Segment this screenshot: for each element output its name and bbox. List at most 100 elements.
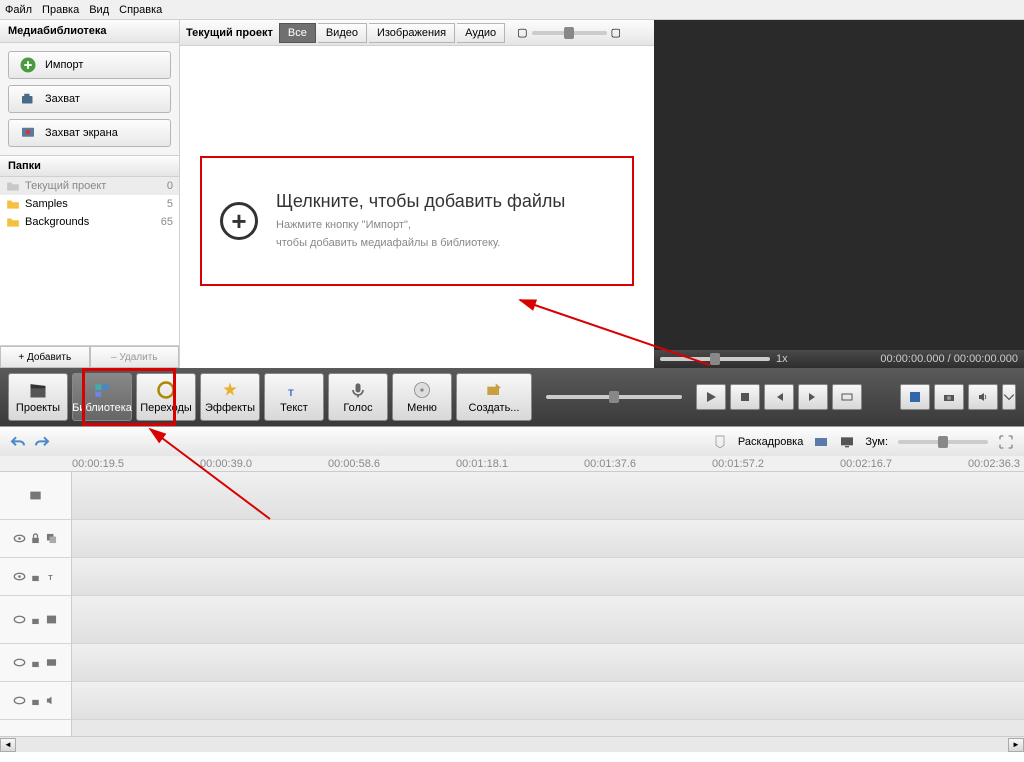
play-button[interactable] <box>696 384 726 410</box>
menu-file[interactable]: Файл <box>5 4 32 16</box>
track-head-video-main[interactable] <box>0 472 71 520</box>
add-files-dropzone[interactable]: + Щелкните, чтобы добавить файлы Нажмите… <box>200 156 634 286</box>
filter-audio[interactable]: Аудио <box>457 23 505 43</box>
filter-images[interactable]: Изображения <box>369 23 455 43</box>
prev-button[interactable] <box>764 384 794 410</box>
media-library-title: Медиабиблиотека <box>0 20 179 43</box>
screen-capture-button[interactable]: Захват экрана <box>8 119 171 147</box>
folder-current-project[interactable]: Текущий проект 0 <box>0 177 179 195</box>
undo-button[interactable] <box>10 434 26 450</box>
monitor-icon[interactable] <box>839 434 855 450</box>
thumb-large-icon: ▢ <box>611 26 621 39</box>
menu-help[interactable]: Справка <box>119 4 162 16</box>
zoom-slider[interactable] <box>898 440 988 444</box>
filter-video[interactable]: Видео <box>318 23 367 43</box>
camera-icon <box>19 90 37 108</box>
delete-folder-button[interactable]: – Удалить <box>90 346 180 368</box>
disc-icon <box>412 380 432 400</box>
track-row[interactable] <box>72 472 1024 520</box>
media-area: Текущий проект Все Видео Изображения Ауд… <box>180 20 654 368</box>
volume-button[interactable] <box>968 384 998 410</box>
track-head-text[interactable]: T <box>0 558 71 596</box>
eye-icon <box>13 570 26 583</box>
transitions-button[interactable]: Переходы <box>136 373 196 421</box>
timeline-ruler[interactable]: 00:00:19.5 00:00:39.0 00:00:58.6 00:01:1… <box>0 456 1024 472</box>
track-row[interactable] <box>72 644 1024 682</box>
plus-icon: + <box>220 202 258 240</box>
lock-icon <box>29 694 42 707</box>
storyboard-label[interactable]: Раскадровка <box>738 436 803 448</box>
horizontal-scrollbar[interactable]: ◄ ► <box>0 736 1024 752</box>
library-button[interactable]: Библиотека <box>72 373 132 421</box>
add-files-hint: Нажмите кнопку "Импорт",чтобы добавить м… <box>276 216 565 251</box>
play-icon <box>705 391 717 403</box>
layer-icon <box>45 532 58 545</box>
display-options-icon[interactable] <box>813 434 829 450</box>
preview-viewport <box>654 20 1024 350</box>
film-icon <box>45 613 58 626</box>
screen-record-icon <box>19 124 37 142</box>
track-row[interactable] <box>72 596 1024 644</box>
import-button[interactable]: Импорт <box>8 51 171 79</box>
eye-icon <box>13 532 26 545</box>
track-head-video2[interactable] <box>0 596 71 644</box>
eye-icon <box>13 694 26 707</box>
filter-label: Текущий проект <box>186 27 273 39</box>
export-icon <box>484 380 504 400</box>
voice-button[interactable]: Голос <box>328 373 388 421</box>
svg-text:T: T <box>48 574 53 582</box>
timecode: 00:00:00.000 / 00:00:00.000 <box>880 353 1018 365</box>
folder-list: Текущий проект 0 Samples 5 Backgrounds 6… <box>0 177 179 345</box>
chevron-down-icon <box>1003 391 1015 403</box>
track-row[interactable] <box>72 558 1024 596</box>
timeline-position-slider[interactable] <box>546 395 682 399</box>
thumbnail-size-slider[interactable] <box>532 31 607 35</box>
fit-zoom-icon[interactable] <box>998 434 1014 450</box>
scroll-right-button[interactable]: ► <box>1008 738 1024 752</box>
capture-button[interactable]: Захват <box>8 85 171 113</box>
redo-button[interactable] <box>34 434 50 450</box>
create-button[interactable]: Создать... <box>456 373 532 421</box>
folder-backgrounds[interactable]: Backgrounds 65 <box>0 213 179 231</box>
effects-button[interactable]: Эффекты <box>200 373 260 421</box>
effects-icon <box>220 380 240 400</box>
track-head-overlay[interactable] <box>0 520 71 558</box>
speaker-icon <box>977 391 989 403</box>
eye-icon <box>13 656 26 669</box>
volume-dropdown[interactable] <box>1002 384 1016 410</box>
menu-view[interactable]: Вид <box>89 4 109 16</box>
text-icon: T <box>45 570 58 583</box>
track-row[interactable] <box>72 682 1024 720</box>
microphone-icon <box>348 380 368 400</box>
add-folder-button[interactable]: + Добавить <box>0 346 90 368</box>
track-row[interactable] <box>72 520 1024 558</box>
lock-icon <box>29 656 42 669</box>
fullscreen-button[interactable] <box>900 384 930 410</box>
marker-icon[interactable] <box>712 434 728 450</box>
snapshot-button[interactable] <box>934 384 964 410</box>
next-icon <box>807 391 819 403</box>
folder-samples[interactable]: Samples 5 <box>0 195 179 213</box>
timeline-toolbar: Раскадровка Зум: <box>0 426 1024 456</box>
speaker-icon <box>45 694 58 707</box>
folders-title: Папки <box>0 155 179 177</box>
text-icon: T <box>284 380 304 400</box>
filmstrip-icon <box>841 391 853 403</box>
menu-edit[interactable]: Правка <box>42 4 79 16</box>
text-button[interactable]: T Текст <box>264 373 324 421</box>
media-filter-bar: Текущий проект Все Видео Изображения Ауд… <box>180 20 654 46</box>
scroll-left-button[interactable]: ◄ <box>0 738 16 752</box>
preview-seek-slider[interactable] <box>660 357 770 361</box>
filter-all[interactable]: Все <box>279 23 316 43</box>
playback-speed: 1x <box>776 353 788 365</box>
stop-button[interactable] <box>730 384 760 410</box>
filmstrip-button[interactable] <box>832 384 862 410</box>
next-button[interactable] <box>798 384 828 410</box>
track-head-audio[interactable] <box>0 682 71 720</box>
menu-button[interactable]: Меню <box>392 373 452 421</box>
track-head-effect[interactable] <box>0 644 71 682</box>
projects-button[interactable]: Проекты <box>8 373 68 421</box>
eye-icon <box>13 613 26 626</box>
preview-status-bar: 1x 00:00:00.000 / 00:00:00.000 <box>654 350 1024 368</box>
folder-icon <box>6 198 20 210</box>
